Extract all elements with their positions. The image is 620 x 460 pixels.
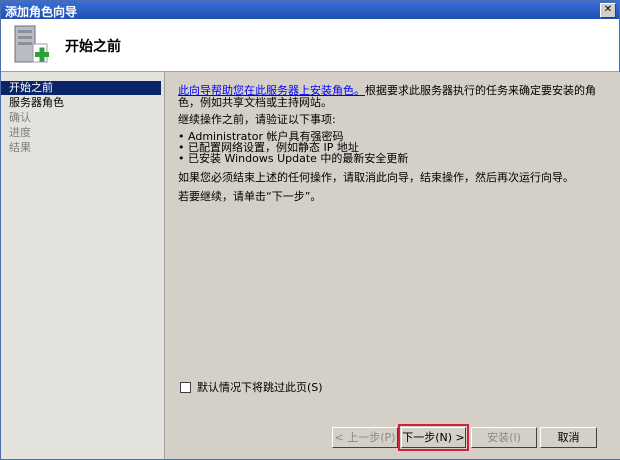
install-button: 安装(I)	[471, 427, 537, 448]
nav-item-progress: 进度	[9, 126, 31, 139]
list-item: 已安装 Windows Update 中的最新安全更新	[178, 153, 408, 164]
next-button[interactable]: 下一步(N) >	[398, 424, 469, 451]
nav-item-confirmation: 确认	[9, 111, 31, 124]
skip-page-option[interactable]: 默认情况下将跳过此页(S)	[180, 380, 323, 394]
close-button[interactable]: ✕	[600, 3, 616, 18]
skip-page-label: 默认情况下将跳过此页(S)	[197, 381, 323, 394]
intro-paragraph: 此向导帮助您在此服务器上安装角色。根据要求此服务器执行的任务来确定要安装的角色，…	[178, 85, 608, 109]
nav-item-before-you-begin[interactable]: 开始之前	[1, 81, 161, 95]
server-add-icon	[14, 25, 49, 63]
wizard-step-nav: 开始之前 服务器角色 确认 进度 结果	[1, 72, 164, 459]
header: 开始之前	[1, 19, 619, 72]
window-title: 添加角色向导	[5, 5, 78, 19]
page-title: 开始之前	[65, 39, 121, 55]
cancel-note: 如果您必须结束上述的任何操作，请取消此向导，结束操作，然后再次运行向导。	[178, 171, 574, 184]
content-pane: 此向导帮助您在此服务器上安装角色。根据要求此服务器执行的任务来确定要安装的角色，…	[164, 72, 620, 459]
previous-button: < 上一步(P)	[332, 427, 398, 448]
close-icon: ✕	[603, 4, 613, 15]
nav-item-server-roles[interactable]: 服务器角色	[1, 96, 161, 110]
nav-item-results: 结果	[9, 141, 31, 154]
verify-heading: 继续操作之前，请验证以下事项:	[178, 113, 336, 126]
title-bar[interactable]: 添加角色向导 ✕	[1, 1, 619, 19]
cancel-button[interactable]: 取消	[540, 427, 597, 448]
skip-page-checkbox[interactable]	[180, 381, 191, 393]
prerequisite-list: Administrator 帐户具有强密码 已配置网络设置，例如静态 IP 地址…	[178, 131, 408, 164]
wizard-window: 添加角色向导 ✕ 开始之前 开始之前 服务器角色 确认 进度 结果 此向导帮助您…	[0, 0, 620, 460]
continue-note: 若要继续，请单击“下一步”。	[178, 190, 322, 203]
